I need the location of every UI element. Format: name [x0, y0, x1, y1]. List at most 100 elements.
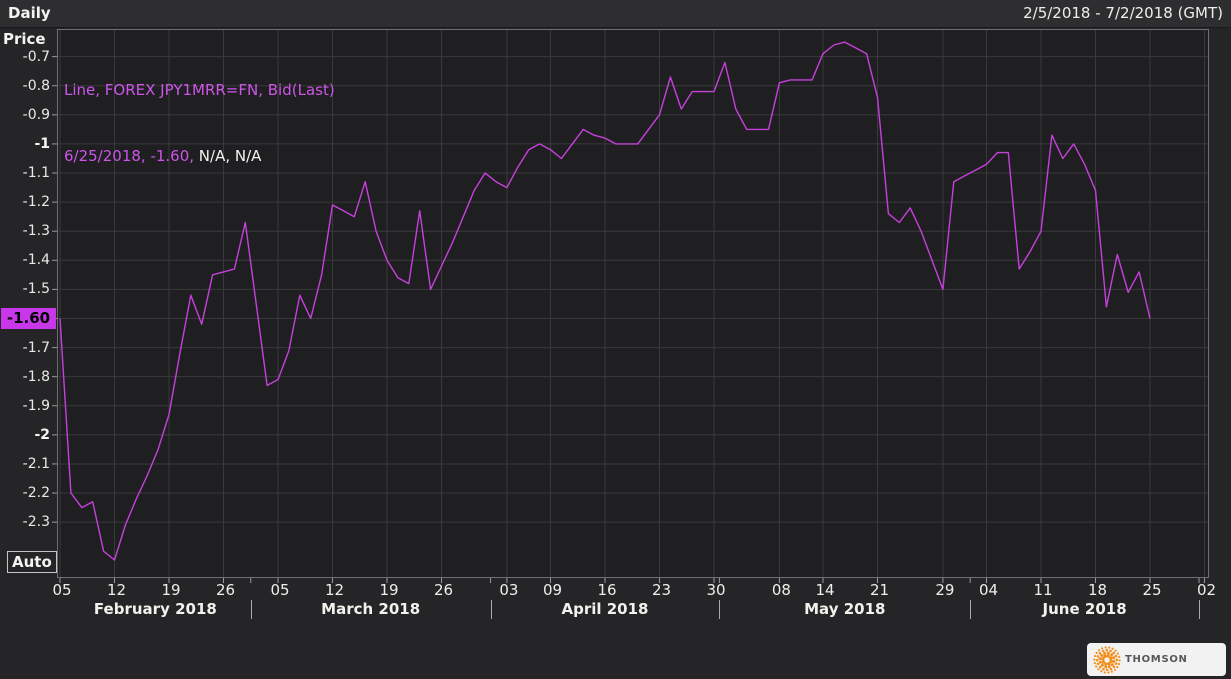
logo-dot — [1101, 649, 1105, 653]
last-price-badge: -1.60 — [1, 307, 56, 329]
logo-dot — [1103, 651, 1107, 655]
y-axis-label: -1.5 — [22, 281, 50, 298]
x-axis-month-label: February 2018 — [93, 600, 217, 618]
x-axis-day-label: 12 — [106, 581, 127, 599]
logo-dot — [1110, 653, 1114, 657]
logo-dot — [1107, 671, 1110, 674]
logo-dot — [1095, 658, 1099, 662]
x-axis-day-label: 26 — [215, 581, 236, 599]
y-axis-label: -1.7 — [22, 339, 50, 356]
x-axis-month-label: April 2018 — [561, 600, 649, 618]
logo-dot — [1098, 665, 1102, 669]
chart-legend: Line, FOREX JPY1MRR=FN, Bid(Last) 6/25/2… — [64, 35, 335, 211]
logo-dot — [1112, 656, 1116, 660]
x-axis-day-label: 19 — [161, 581, 181, 599]
x-axis-day-label: 23 — [651, 581, 672, 599]
month-divider — [1199, 600, 1201, 619]
y-axis-label: -0.8 — [22, 77, 50, 94]
logo-dot — [1117, 662, 1121, 666]
x-axis-day-label: 12 — [324, 581, 345, 599]
month-divider — [719, 600, 721, 619]
thomson-reuters-logo: THOMSON REUTERS — [1087, 643, 1226, 676]
logo-dot — [1103, 671, 1106, 674]
chart-window: Daily 2/5/2018 - 7/2/2018 (GMT) Price Li… — [0, 0, 1231, 679]
month-divider — [970, 600, 972, 619]
logo-dot — [1093, 662, 1096, 665]
y-axis-label: -1 — [34, 135, 50, 152]
logo-dot — [1109, 649, 1112, 653]
x-axis-day-label: 09 — [542, 581, 563, 599]
thomson-reuters-logo-text: THOMSON REUTERS — [1125, 654, 1188, 665]
logo-dot — [1098, 651, 1102, 655]
y-axis-label: -0.7 — [22, 48, 50, 65]
logo-dot — [1100, 663, 1104, 667]
logo-dot — [1093, 658, 1096, 661]
logo-dot — [1118, 659, 1121, 662]
logo-dot — [1115, 658, 1119, 662]
logo-dot — [1096, 662, 1100, 666]
y-axis-label: -2.1 — [22, 455, 50, 472]
logo-dot — [1097, 668, 1100, 671]
logo-dot — [1100, 653, 1104, 657]
logo-dot — [1104, 665, 1108, 669]
x-axis-day-label: 03 — [499, 581, 519, 599]
logo-dot — [1101, 660, 1106, 664]
legend-point-rest: N/A, N/A — [194, 147, 262, 165]
logo-dot — [1108, 646, 1111, 649]
logo-dot — [1095, 651, 1098, 654]
logo-dot — [1114, 654, 1118, 658]
x-axis-day-label: 25 — [1142, 581, 1162, 599]
chart-header-bar: Daily 2/5/2018 - 7/2/2018 (GMT) — [0, 0, 1231, 28]
logo-dot — [1100, 670, 1103, 673]
logo-dot — [1105, 668, 1109, 672]
x-axis-month-label: May 2018 — [804, 600, 886, 618]
logo-dot — [1114, 649, 1117, 652]
x-axis-day-label: 14 — [815, 581, 835, 599]
y-axis-label: -1.2 — [22, 194, 50, 211]
date-range-label: 2/5/2018 - 7/2/2018 (GMT) — [1023, 4, 1223, 22]
x-axis-day-label: 08 — [771, 581, 791, 599]
x-axis-month-label: March 2018 — [321, 600, 421, 618]
x-axis-day-label: 19 — [379, 581, 399, 599]
logo-dot — [1111, 647, 1114, 650]
logo-dot — [1101, 647, 1104, 650]
logo-dot — [1112, 651, 1116, 655]
y-axis-label: -1.4 — [22, 252, 50, 269]
logo-dot — [1093, 654, 1097, 658]
logo-dot — [1113, 668, 1117, 671]
logo-dot — [1105, 648, 1109, 652]
logo-dot — [1110, 663, 1114, 667]
logo-dot — [1102, 667, 1105, 671]
x-axis-day-label: 16 — [597, 581, 617, 599]
logo-dot — [1116, 666, 1119, 669]
logo-dot — [1104, 646, 1107, 649]
month-divider — [490, 600, 492, 619]
y-axis-label: -1.1 — [22, 165, 50, 181]
logo-dot — [1107, 665, 1111, 669]
x-axis-day-label: 02 — [1196, 581, 1217, 599]
x-axis-day-label: 04 — [978, 581, 999, 599]
logo-dot — [1095, 665, 1098, 668]
x-axis-day-label: 21 — [869, 581, 890, 599]
logo-dot — [1107, 661, 1111, 666]
logo-dot — [1114, 662, 1118, 665]
legend-point-info: 6/25/2018, -1.60, N/A, N/A — [64, 145, 335, 167]
legend-point-highlight: 6/25/2018, -1.60, — [64, 147, 195, 165]
logo-dot — [1097, 649, 1101, 652]
logo-dot — [1106, 651, 1110, 655]
logo-dot — [1112, 659, 1116, 663]
x-axis-day-label: 05 — [52, 581, 72, 599]
auto-scale-button[interactable]: Auto — [7, 551, 57, 573]
legend-series-label[interactable]: Line, FOREX JPY1MRR=FN, Bid(Last) — [64, 79, 335, 101]
x-axis-day-label: 30 — [706, 581, 726, 599]
logo-dot — [1110, 670, 1113, 673]
y-axis-label: -1.3 — [22, 223, 50, 240]
logo-dot — [1098, 660, 1102, 664]
x-axis-month-label: June 2018 — [1042, 600, 1127, 618]
logo-dot — [1112, 665, 1116, 669]
y-axis-label: -1.9 — [22, 397, 50, 414]
y-axis-label: -0.9 — [22, 106, 50, 123]
legend-series-text: Line, FOREX JPY1MRR=FN, Bid(Last) — [64, 81, 335, 99]
y-axis-label: -2.3 — [22, 514, 50, 531]
interval-selector[interactable]: Daily — [8, 0, 51, 27]
